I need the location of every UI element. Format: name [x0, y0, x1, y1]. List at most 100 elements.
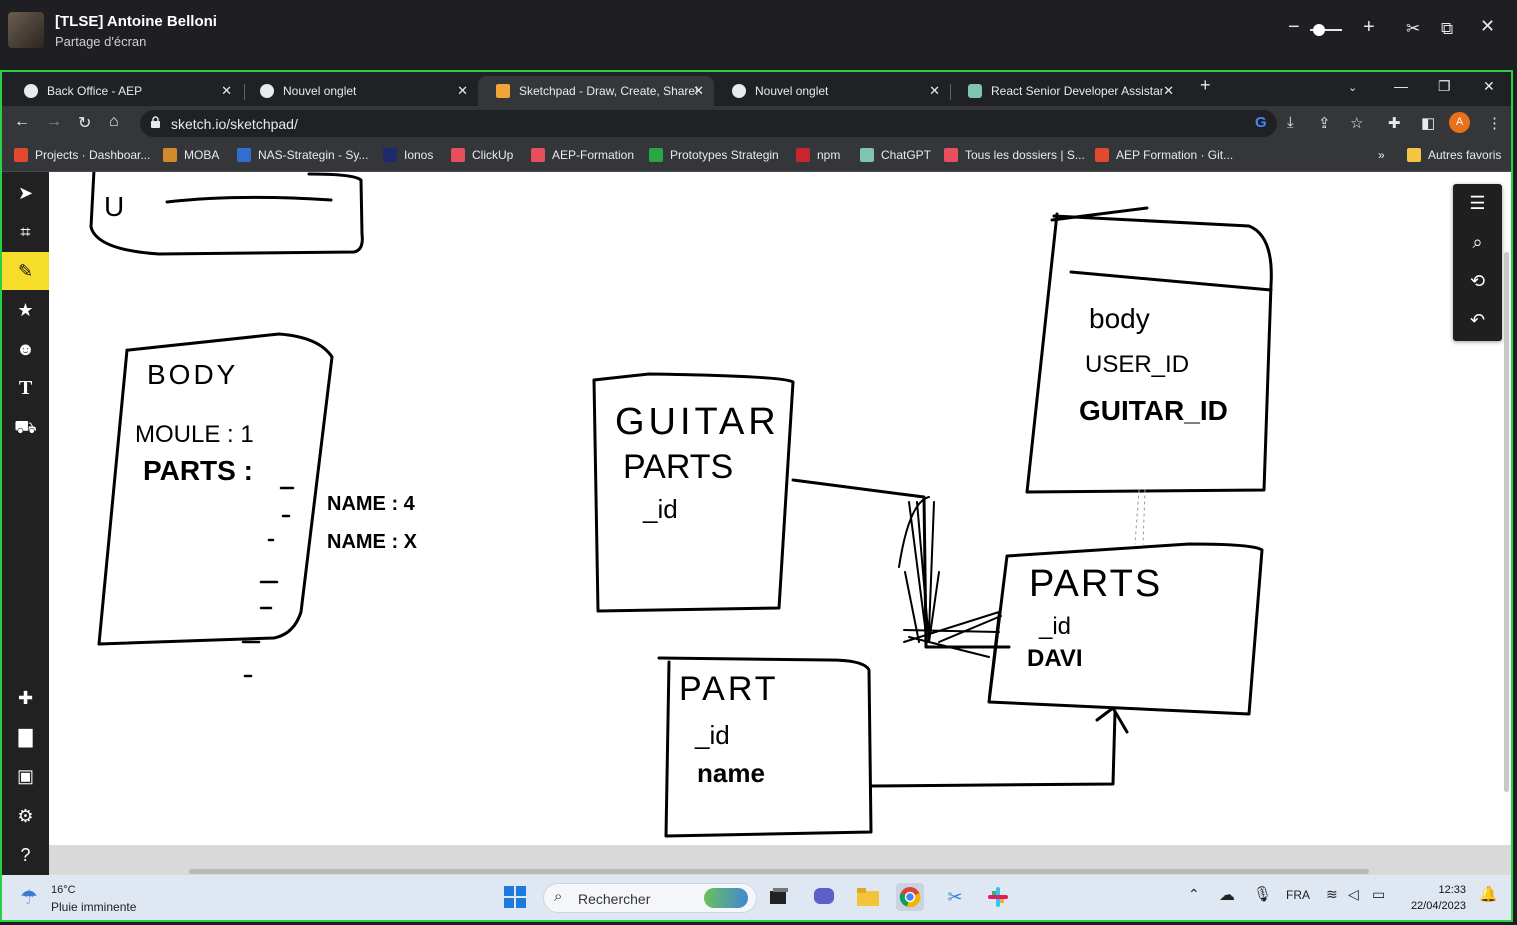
- history-icon[interactable]: ⟲: [1453, 262, 1502, 301]
- bookmark-item[interactable]: ChatGPT: [860, 148, 931, 162]
- tab-react-assistant[interactable]: React Senior Developer Assistanc ✕: [950, 76, 1184, 106]
- snipping-tool-icon[interactable]: ✂: [941, 883, 969, 911]
- close-tab-icon[interactable]: ✕: [457, 83, 468, 99]
- bookmark-item[interactable]: Ionos: [383, 148, 433, 162]
- close-tab-icon[interactable]: ✕: [221, 83, 232, 99]
- bookmark-item[interactable]: Prototypes Strategin: [649, 148, 779, 162]
- file-explorer-icon[interactable]: [854, 883, 882, 911]
- bookmark-label: ChatGPT: [881, 148, 932, 162]
- show-hidden-icons[interactable]: ⌃: [1188, 886, 1200, 903]
- presenter-avatar: [8, 12, 44, 48]
- bottom-bar: [49, 845, 1511, 875]
- reload-icon[interactable]: ↻: [78, 113, 91, 133]
- language-indicator[interactable]: FRA: [1286, 888, 1310, 902]
- back-icon[interactable]: ←: [14, 113, 30, 131]
- settings-icon[interactable]: ⚙: [2, 797, 49, 835]
- weather-icon[interactable]: ☂: [20, 885, 38, 910]
- close-tab-icon[interactable]: ✕: [929, 83, 940, 99]
- weather-description[interactable]: Pluie imminente: [51, 900, 136, 914]
- pen-tool-icon[interactable]: ✎: [2, 252, 49, 290]
- home-icon[interactable]: ⌂: [109, 113, 119, 131]
- help-icon[interactable]: ?: [2, 836, 49, 874]
- zoom-search-icon[interactable]: ⌕: [1453, 223, 1502, 262]
- vertical-scrollbar[interactable]: [1504, 252, 1509, 792]
- colorset-line-3: GUITAR_ID: [1079, 395, 1228, 426]
- taskbar-search[interactable]: ⌕ Rechercher: [543, 883, 757, 913]
- bookmark-item[interactable]: npm: [796, 148, 840, 162]
- url-text[interactable]: sketch.io/sketchpad/: [171, 116, 298, 132]
- install-app-icon[interactable]: ⤓: [1287, 114, 1294, 131]
- close-window-icon[interactable]: ✕: [1483, 78, 1495, 95]
- bookmark-item[interactable]: MOBA: [163, 148, 219, 162]
- bookmark-item[interactable]: AEP Formation · Git...: [1095, 148, 1233, 162]
- chrome-favicon-icon: [260, 84, 274, 98]
- select-tool-icon[interactable]: ➤: [2, 174, 49, 212]
- tab-sketchpad[interactable]: Sketchpad - Draw, Create, Share! ✕: [478, 76, 714, 106]
- guitar-line-2: _id: [642, 494, 678, 524]
- bookmarks-overflow-button[interactable]: »: [1378, 148, 1385, 162]
- tab-new-tab-2[interactable]: Nouvel onglet ✕: [714, 76, 950, 106]
- windows-start-icon[interactable]: [501, 883, 529, 911]
- windows-taskbar: ☂ 16°C Pluie imminente ⌕ Rechercher ✂ ⌃ …: [2, 875, 1511, 920]
- bookmark-star-icon[interactable]: ☆: [1350, 114, 1363, 132]
- wifi-icon[interactable]: ≋: [1326, 886, 1338, 903]
- close-tab-icon[interactable]: ✕: [693, 83, 704, 99]
- tab-search-icon[interactable]: ⌄: [1348, 81, 1357, 94]
- menu-icon[interactable]: ⋮: [1487, 114, 1502, 132]
- guitar-line-1: PARTS: [623, 448, 733, 486]
- add-icon[interactable]: ✚: [2, 679, 49, 717]
- notification-icon[interactable]: 🔔: [1479, 885, 1498, 903]
- clock-date: 22/04/2023: [1410, 900, 1466, 912]
- bookmark-label: Ionos: [404, 148, 434, 162]
- folder-icon[interactable]: ▇: [2, 718, 49, 756]
- close-share-icon[interactable]: ✕: [1480, 16, 1495, 37]
- share-icon[interactable]: ⇪: [1318, 114, 1331, 132]
- restore-icon[interactable]: ❐: [1438, 78, 1451, 95]
- bookmark-item[interactable]: Tous les dossiers | S...: [944, 148, 1085, 162]
- layers-icon[interactable]: ☰: [1453, 184, 1502, 223]
- bookmark-item[interactable]: AEP-Formation: [531, 148, 634, 162]
- bookmark-item[interactable]: NAS-Strategin - Sy...: [237, 148, 368, 162]
- profile-avatar[interactable]: A: [1449, 112, 1470, 133]
- extensions-icon[interactable]: ✚: [1388, 114, 1401, 132]
- taskbar-clock[interactable]: 12:33 22/04/2023: [1404, 882, 1466, 914]
- text-tool-icon[interactable]: T: [2, 369, 49, 407]
- other-bookmarks[interactable]: Autres favoris: [1407, 148, 1501, 162]
- task-view-icon[interactable]: [765, 883, 793, 911]
- onedrive-icon[interactable]: ☁: [1219, 885, 1235, 905]
- microphone-icon[interactable]: 🎙: [1253, 885, 1272, 903]
- horizontal-scrollbar[interactable]: [189, 869, 1369, 874]
- bookmark-label: ClickUp: [472, 148, 514, 162]
- tab-label: Nouvel onglet: [283, 84, 357, 98]
- crop-tool-icon[interactable]: ⌗: [2, 213, 49, 251]
- tab-new-tab[interactable]: Nouvel onglet ✕: [242, 76, 478, 106]
- weather-temperature[interactable]: 16°C: [51, 884, 76, 896]
- chrome-icon[interactable]: [896, 883, 924, 911]
- volume-icon[interactable]: ◁: [1348, 886, 1359, 903]
- slack-icon[interactable]: [984, 883, 1012, 911]
- google-lens-icon[interactable]: G: [1255, 114, 1267, 131]
- stamp-tool-icon[interactable]: ★: [2, 291, 49, 329]
- bookmark-item[interactable]: Projects · Dashboar...: [14, 148, 150, 162]
- zoom-in-icon[interactable]: +: [1363, 16, 1375, 39]
- drawing-canvas[interactable]: U BODY MOULE : 1 PARTS : NAME : 4 NAME :…: [49, 172, 1511, 845]
- tab-back-office[interactable]: Back Office - AEP ✕: [6, 76, 242, 106]
- address-bar[interactable]: sketch.io/sketchpad/: [140, 110, 1277, 137]
- zoom-out-icon[interactable]: −: [1288, 16, 1300, 39]
- side-panel-icon[interactable]: ◧: [1421, 114, 1435, 132]
- ionos-icon: [383, 148, 397, 162]
- teams-chat-icon[interactable]: [810, 883, 838, 911]
- minimize-icon[interactable]: —: [1394, 78, 1408, 94]
- undo-icon[interactable]: ↶: [1453, 301, 1502, 340]
- fill-tool-icon[interactable]: ⛟: [2, 410, 49, 448]
- close-tab-icon[interactable]: ✕: [1163, 83, 1174, 99]
- save-icon[interactable]: ▣: [2, 757, 49, 795]
- emoji-tool-icon[interactable]: ☻: [2, 330, 49, 368]
- fullscreen-icon[interactable]: ⧉: [1441, 19, 1453, 39]
- stop-share-icon[interactable]: ✂: [1406, 19, 1420, 39]
- forward-icon[interactable]: →: [46, 113, 62, 131]
- battery-icon[interactable]: ▭: [1372, 886, 1385, 903]
- zoom-slider-knob[interactable]: [1313, 24, 1325, 36]
- new-tab-icon[interactable]: +: [1200, 75, 1211, 96]
- bookmark-item[interactable]: ClickUp: [451, 148, 513, 162]
